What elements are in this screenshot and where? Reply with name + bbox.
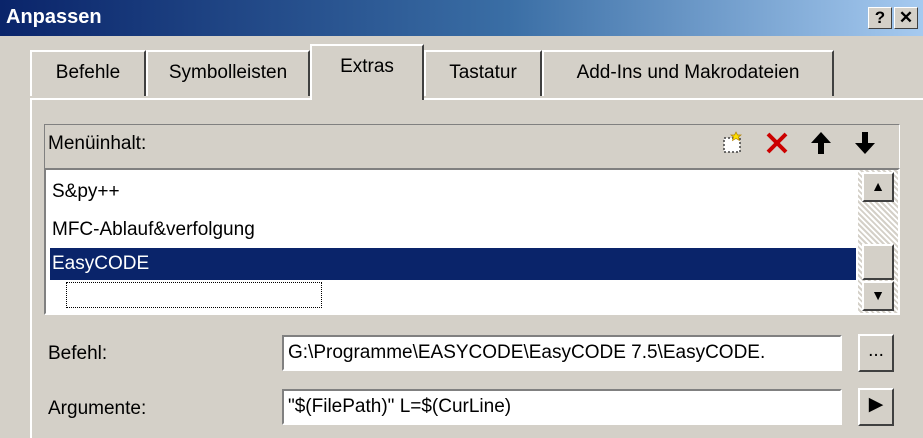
help-button[interactable]: ? — [868, 7, 892, 29]
list-item[interactable]: S&py++ — [50, 176, 856, 208]
menu-contents-label: Menüinhalt: — [48, 133, 147, 154]
window-title: Anpassen — [6, 6, 102, 28]
command-input[interactable]: G:\Programme\EASYCODE\EasyCODE 7.5\EasyC… — [282, 335, 842, 371]
list-item-selected[interactable]: EasyCODE — [50, 248, 856, 280]
browse-button[interactable]: ... — [858, 334, 894, 372]
command-label: Befehl: — [48, 343, 107, 365]
command-label-text: Befehl: — [48, 343, 108, 364]
tab-extras[interactable]: Extras — [310, 44, 424, 100]
delete-icon[interactable] — [762, 130, 792, 162]
menu-items-list[interactable]: S&py++ MFC-Ablauf&verfolgung EasyCODE ▲ … — [44, 168, 900, 315]
arguments-label: Argumente: — [48, 398, 147, 419]
tab-symbolleisten[interactable]: Symbolleisten — [146, 50, 310, 96]
scroll-thumb[interactable] — [862, 244, 894, 280]
tab-befehle[interactable]: Befehle — [30, 50, 146, 96]
arguments-input[interactable]: "$(FilePath)" L=$(CurLine) — [282, 389, 842, 425]
tab-tastatur[interactable]: Tastatur — [424, 50, 542, 96]
move-down-icon[interactable] — [850, 130, 880, 162]
close-button[interactable]: ✕ — [894, 7, 918, 29]
move-up-icon[interactable] — [806, 130, 836, 162]
list-item[interactable]: MFC-Ablauf&verfolgung — [50, 214, 856, 246]
new-item-icon[interactable] — [718, 130, 748, 162]
scroll-down-button[interactable]: ▼ — [862, 281, 894, 311]
title-bar[interactable]: Anpassen ? ✕ — [0, 0, 923, 36]
arguments-menu-button[interactable]: ▶ — [858, 388, 894, 426]
list-item-new-placeholder[interactable] — [66, 282, 322, 308]
tab-add-ins-und-makrodateien[interactable]: Add-Ins und Makrodateien — [542, 50, 834, 96]
scroll-up-button[interactable]: ▲ — [862, 172, 894, 202]
list-scrollbar[interactable]: ▲ ▼ — [858, 170, 898, 313]
